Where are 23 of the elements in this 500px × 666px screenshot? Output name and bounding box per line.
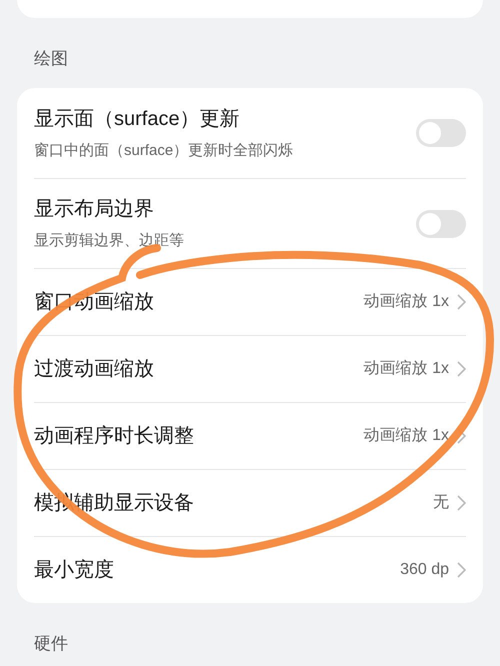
setting-title: 最小宽度 <box>34 558 115 583</box>
setting-title: 过渡动画缩放 <box>34 357 155 382</box>
setting-value: 动画缩放 1x <box>364 358 449 379</box>
chevron-right-icon <box>457 562 466 578</box>
setting-title: 显示布局边界 <box>34 197 155 222</box>
chevron-right-icon <box>457 495 466 511</box>
settings-row[interactable]: 动画程序时长调整 动画缩放 1x <box>34 402 466 469</box>
setting-title: 显示面（surface）更新 <box>34 106 241 132</box>
section-header: 绘图 <box>34 48 68 70</box>
chevron-right-icon <box>457 361 466 377</box>
toggle-switch[interactable] <box>416 210 466 238</box>
setting-value: 动画缩放 1x <box>364 426 449 446</box>
setting-value: 无 <box>433 493 449 513</box>
setting-description: 显示剪辑边界、边距等 <box>34 231 185 252</box>
toggle-switch[interactable] <box>416 119 466 147</box>
settings-row[interactable]: 最小宽度 360 dp <box>34 536 466 603</box>
setting-value: 动画缩放 1x <box>364 292 449 312</box>
setting-value: 360 dp <box>400 560 449 580</box>
setting-description: 窗口中的面（surface）更新时全部闪烁 <box>34 140 294 161</box>
settings-row[interactable]: 过渡动画缩放 动画缩放 1x <box>34 335 466 402</box>
section-header: 硬件 <box>34 633 68 656</box>
chevron-right-icon <box>457 294 466 310</box>
setting-title: 动画程序时长调整 <box>34 424 195 449</box>
